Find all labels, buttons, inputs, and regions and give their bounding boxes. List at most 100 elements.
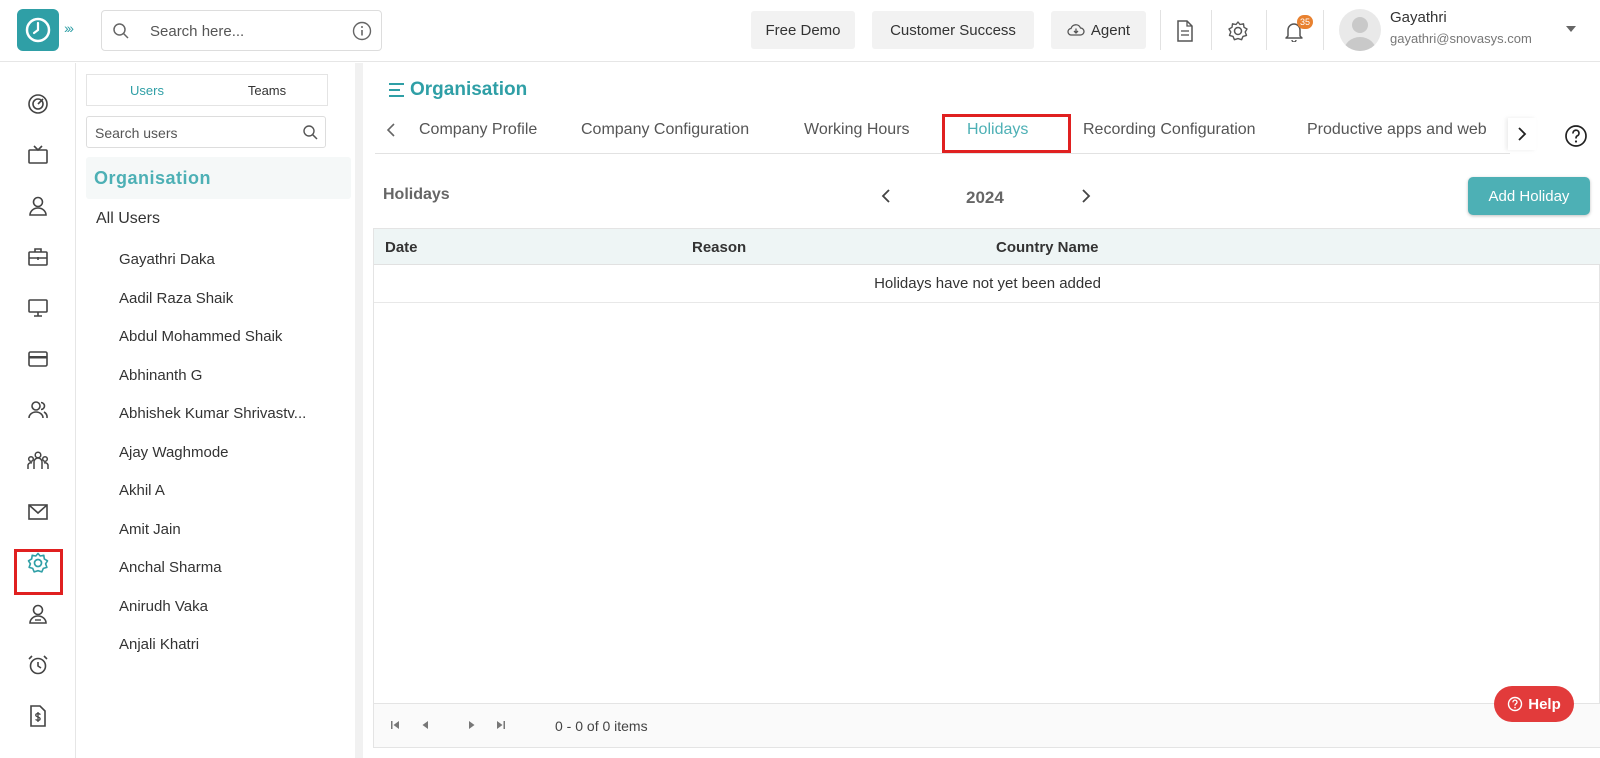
empty-message: Holidays have not yet been added bbox=[874, 275, 1101, 292]
info-icon[interactable] bbox=[352, 21, 372, 41]
next-year-icon[interactable] bbox=[1080, 188, 1092, 204]
user-list-item[interactable]: Aadil Raza Shaik bbox=[119, 290, 233, 307]
menu-icon[interactable] bbox=[388, 81, 406, 99]
rail-item-mail[interactable] bbox=[24, 498, 52, 526]
icon-rail bbox=[0, 63, 76, 758]
mail-icon bbox=[28, 504, 48, 520]
rail-item-invoices[interactable] bbox=[24, 702, 52, 730]
avatar[interactable] bbox=[1339, 9, 1381, 51]
all-users-item[interactable]: All Users bbox=[96, 210, 160, 228]
help-circle-icon[interactable] bbox=[1564, 124, 1588, 148]
document-icon[interactable] bbox=[1175, 20, 1195, 42]
rail-item-timesheet[interactable] bbox=[24, 651, 52, 679]
table-header: Date Reason Country Name bbox=[374, 229, 1600, 265]
section-title: Holidays bbox=[383, 186, 450, 203]
tab-productive-apps[interactable]: Productive apps and web bbox=[1307, 121, 1487, 139]
next-page-icon[interactable] bbox=[466, 719, 478, 731]
table-pager: 0 - 0 of 0 items bbox=[374, 703, 1600, 747]
divider bbox=[1160, 10, 1161, 50]
help-button-label: Help bbox=[1528, 695, 1561, 713]
dashboard-icon bbox=[28, 94, 48, 114]
pager-summary: 0 - 0 of 0 items bbox=[555, 718, 648, 734]
global-search bbox=[101, 10, 382, 51]
team-icon bbox=[27, 451, 49, 469]
org-tree-root[interactable]: Organisation bbox=[86, 157, 351, 199]
user-list-item[interactable]: Gayathri Daka bbox=[119, 251, 215, 268]
rail-item-teams[interactable] bbox=[24, 447, 52, 475]
customer-success-button[interactable]: Customer Success bbox=[872, 11, 1034, 49]
tab-recording-configuration[interactable]: Recording Configuration bbox=[1083, 121, 1256, 139]
user-email: gayathri@snovasys.com bbox=[1390, 31, 1532, 46]
divider bbox=[1266, 10, 1267, 50]
user-list-item[interactable]: Abhinanth G bbox=[119, 367, 202, 384]
rail-item-billing[interactable] bbox=[24, 345, 52, 373]
briefcase-icon bbox=[28, 248, 48, 266]
tab-company-profile[interactable]: Company Profile bbox=[419, 121, 537, 139]
user-icon bbox=[29, 196, 47, 216]
user-list-item[interactable]: Akhil A bbox=[119, 482, 165, 499]
column-country-name[interactable]: Country Name bbox=[996, 239, 1099, 256]
chevron-right-icon bbox=[1518, 127, 1527, 141]
prev-year-icon[interactable] bbox=[880, 188, 892, 204]
user-list-item[interactable]: Anchal Sharma bbox=[119, 559, 222, 576]
user-menu-caret-icon[interactable] bbox=[1566, 26, 1576, 32]
page-title: Organisation bbox=[388, 79, 527, 101]
user-list-item[interactable]: Ajay Waghmode bbox=[119, 444, 229, 461]
user-list-item[interactable]: Amit Jain bbox=[119, 521, 181, 538]
user-name[interactable]: Gayathri bbox=[1390, 9, 1447, 26]
user-search bbox=[86, 116, 326, 148]
panel-scrollbar[interactable] bbox=[355, 63, 363, 758]
expand-menu-icon[interactable]: ››› bbox=[64, 20, 74, 36]
page-title-text: Organisation bbox=[410, 79, 528, 100]
tab-company-configuration[interactable]: Company Configuration bbox=[581, 121, 749, 139]
first-page-icon[interactable] bbox=[389, 719, 401, 731]
add-holiday-button[interactable]: Add Holiday bbox=[1468, 177, 1590, 215]
tv-icon bbox=[28, 145, 48, 164]
help-icon bbox=[1508, 696, 1523, 712]
rail-item-projects[interactable] bbox=[24, 243, 52, 271]
app-logo[interactable] bbox=[17, 9, 59, 51]
column-reason[interactable]: Reason bbox=[692, 239, 746, 256]
rail-item-dashboard[interactable] bbox=[24, 90, 52, 118]
users-icon bbox=[28, 401, 48, 419]
divider bbox=[1211, 10, 1212, 50]
global-search-input[interactable] bbox=[150, 20, 340, 42]
active-tab-highlight bbox=[942, 114, 1071, 153]
last-page-icon[interactable] bbox=[495, 719, 507, 731]
search-icon bbox=[113, 23, 129, 39]
help-button[interactable]: Help bbox=[1494, 686, 1574, 722]
rail-item-live[interactable] bbox=[24, 141, 52, 169]
search-icon[interactable] bbox=[302, 124, 319, 141]
tab-working-hours[interactable]: Working Hours bbox=[804, 121, 910, 139]
person-badge-icon bbox=[29, 604, 47, 624]
rail-item-profile[interactable] bbox=[24, 192, 52, 220]
user-avatar-icon bbox=[1344, 17, 1376, 51]
holidays-table: Date Reason Country Name Holidays have n… bbox=[373, 228, 1600, 748]
rail-item-monitor[interactable] bbox=[24, 294, 52, 322]
cloud-download-icon bbox=[1067, 24, 1085, 36]
tabs-scroll-right[interactable] bbox=[1508, 118, 1536, 150]
user-search-input[interactable] bbox=[95, 123, 285, 143]
tab-teams[interactable]: Teams bbox=[207, 75, 327, 105]
prev-page-icon[interactable] bbox=[419, 719, 431, 731]
column-date[interactable]: Date bbox=[385, 239, 418, 256]
monitor-icon bbox=[28, 299, 48, 317]
free-demo-button[interactable]: Free Demo bbox=[751, 11, 855, 49]
notification-count-badge: 35 bbox=[1297, 15, 1313, 29]
agent-button-label: Agent bbox=[1090, 21, 1131, 39]
user-list-item[interactable]: Anjali Khatri bbox=[119, 636, 199, 653]
users-teams-toggle: Users Teams bbox=[86, 74, 328, 106]
card-icon bbox=[28, 351, 48, 367]
user-list-item[interactable]: Abhishek Kumar Shrivastv... bbox=[119, 405, 306, 422]
rail-item-users[interactable] bbox=[24, 396, 52, 424]
tab-users[interactable]: Users bbox=[87, 75, 207, 105]
alarm-icon bbox=[28, 655, 48, 675]
rail-item-employee[interactable] bbox=[24, 600, 52, 628]
user-list-item[interactable]: Abdul Mohammed Shaik bbox=[119, 328, 282, 345]
agent-button[interactable]: Agent bbox=[1051, 11, 1146, 49]
user-list-item[interactable]: Anirudh Vaka bbox=[119, 598, 208, 615]
top-bar: ››› Free Demo Customer Success Agent bbox=[0, 0, 1600, 62]
invoice-icon bbox=[30, 705, 46, 727]
year-label: 2024 bbox=[966, 188, 1004, 207]
settings-gear-icon[interactable] bbox=[1227, 20, 1249, 42]
